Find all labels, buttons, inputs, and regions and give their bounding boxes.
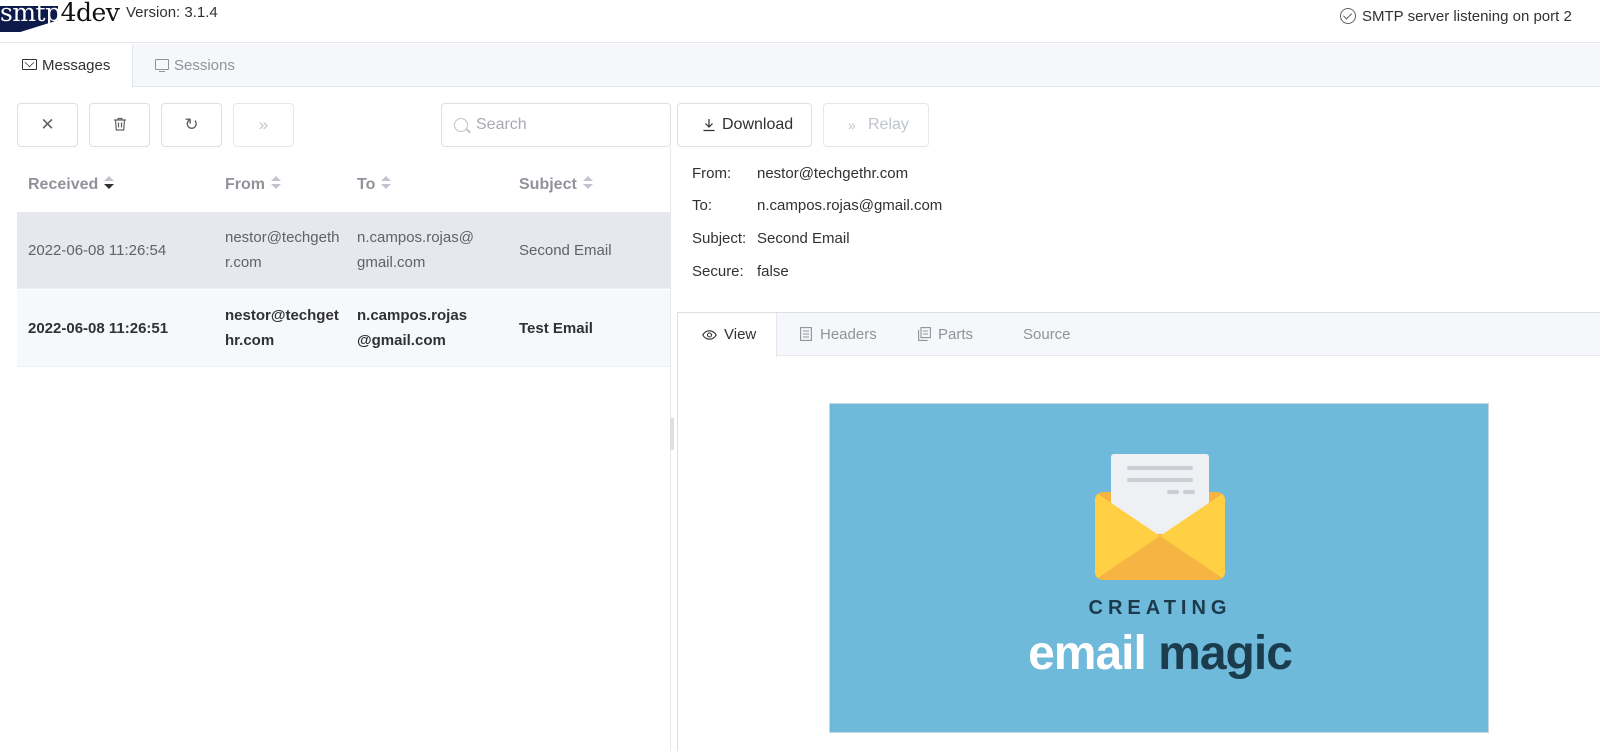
search-box[interactable] — [441, 103, 671, 147]
sort-icon — [381, 176, 392, 190]
column-received[interactable]: Received — [28, 176, 115, 194]
download-button[interactable]: Download — [677, 103, 812, 147]
sort-icon — [582, 176, 593, 190]
refresh-button[interactable]: ↻ — [161, 103, 222, 147]
trash-icon — [113, 117, 126, 131]
clear-button[interactable]: ✕ — [17, 103, 78, 147]
table-row[interactable]: 2022-06-08 11:26:51 nestor@techgethr.com… — [17, 290, 670, 367]
column-from[interactable]: From — [225, 176, 281, 194]
meta-label-to: To: — [692, 197, 713, 214]
meta-label-from: From: — [692, 165, 732, 182]
eye-icon — [702, 330, 717, 340]
search-icon — [454, 118, 468, 132]
tab-messages[interactable]: Messages — [0, 44, 133, 88]
check-circle-icon — [1340, 8, 1356, 24]
relay-button[interactable]: » Relay — [823, 103, 929, 147]
close-icon: ✕ — [40, 115, 55, 134]
tab-source[interactable]: Source — [1023, 313, 1103, 356]
double-chevron-right-icon: » — [848, 117, 856, 133]
tab-view[interactable]: View — [678, 313, 777, 357]
envelope-illustration-icon — [1095, 454, 1225, 584]
app-logo: smtp4dev — [0, 0, 120, 32]
table-header: Received From To Subject — [17, 158, 670, 212]
column-subject[interactable]: Subject — [519, 176, 593, 194]
meta-value-subject: Second Email — [757, 230, 850, 247]
sort-icon — [271, 176, 281, 190]
tab-parts[interactable]: Parts — [918, 313, 998, 356]
banner-headline: email magic — [1028, 627, 1293, 680]
files-icon — [918, 327, 931, 341]
meta-value-secure: false — [757, 263, 789, 280]
server-status-text: SMTP server listening on port 2 — [1362, 8, 1572, 25]
tab-headers[interactable]: Headers — [800, 313, 900, 356]
email-banner-image: CREATING email magic — [829, 403, 1489, 733]
relay-selected-button[interactable]: » — [233, 103, 294, 147]
splitter-handle[interactable] — [670, 418, 674, 450]
table-row[interactable]: 2022-06-08 11:26:54 nestor@techgethr.com… — [17, 212, 670, 289]
version-label: Version: 3.1.4 — [126, 4, 218, 21]
sort-icon — [104, 176, 115, 190]
refresh-icon: ↻ — [184, 115, 199, 134]
top-header: smtp4dev Version: 3.1.4 SMTP server list… — [0, 0, 1600, 43]
banner-tagline: CREATING — [1088, 597, 1232, 619]
column-to[interactable]: To — [357, 176, 392, 194]
server-status: SMTP server listening on port 2 — [1340, 8, 1572, 25]
envelope-icon — [22, 59, 37, 70]
download-icon — [703, 119, 715, 132]
double-chevron-right-icon: » — [258, 115, 269, 134]
monitor-icon — [155, 59, 169, 72]
message-tabs: View Headers Parts Source — [678, 313, 1600, 357]
meta-value-to: n.campos.rojas@gmail.com — [757, 197, 943, 214]
meta-label-secure: Secure: — [692, 263, 744, 280]
search-input[interactable] — [476, 104, 666, 146]
tab-sessions[interactable]: Sessions — [133, 44, 263, 87]
delete-button[interactable] — [89, 103, 150, 147]
document-icon — [800, 327, 812, 341]
meta-label-subject: Subject: — [692, 230, 747, 247]
meta-value-from: nestor@techgethr.com — [757, 165, 909, 182]
main-tabs: Messages Sessions — [0, 44, 1600, 88]
